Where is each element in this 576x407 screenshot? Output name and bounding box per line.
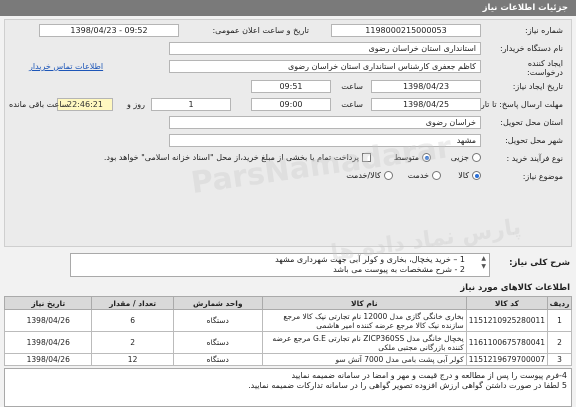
goods-name: بخاری خانگی گازی مدل 12000 نام تجارتی نی…	[261, 309, 467, 332]
table-row: 3 1151219679700007 کولر آبی پشت بامی مدل…	[3, 353, 572, 366]
buyer-org-field: استانداری استان خراسان رضوی	[169, 42, 481, 55]
goods-date: 1398/04/26	[3, 309, 93, 332]
goods-qty: 12	[91, 353, 174, 366]
goods-unit: دستگاه	[172, 353, 263, 366]
province-label: استان محل تحویل:	[500, 118, 563, 127]
requester-label: ایجاد کننده درخواست:	[527, 59, 563, 77]
days-field: 1	[151, 98, 231, 111]
page-title-bar: جزئیات اطلاعات نیاز	[0, 0, 576, 16]
radio-selected-icon[interactable]	[422, 153, 431, 162]
province-field: خراسان رضوی	[169, 116, 481, 129]
city-field: مشهد	[169, 134, 481, 147]
goods-code: 1151219679700007	[465, 353, 549, 366]
radio-selected-icon[interactable]	[472, 171, 481, 180]
col-qty-header: تعداد / مقدار	[91, 296, 174, 310]
goods-date: 1398/04/26	[3, 353, 93, 366]
goods-header-row: ردیف کد کالا نام کالا واحد شمارش تعداد /…	[3, 296, 572, 310]
buyer-contact-link[interactable]: اطلاعات تماس خریدار	[29, 62, 103, 71]
col-row-header: ردیف	[547, 296, 572, 310]
goods-name: یخچال خانگی مدل ZICP360SS نام تجارتی G.E…	[261, 331, 467, 354]
radio-icon[interactable]	[384, 171, 393, 180]
days-label: روز و	[127, 100, 145, 109]
goods-table: ردیف کد کالا نام کالا واحد شمارش تعداد /…	[3, 296, 572, 366]
page-title: جزئیات اطلاعات نیاز	[482, 3, 568, 13]
goods-section-title: اطلاعات کالاهای مورد نیاز	[460, 283, 570, 293]
table-row: 2 1161100675780041 یخچال خانگی مدل ZICP3…	[3, 331, 572, 354]
description-box[interactable]: ▲ ▼ 1 – خرید یخچال، بخاری و کولر آبی جهت …	[70, 253, 490, 277]
purchase-option-medium[interactable]: متوسط	[394, 153, 431, 162]
col-name-header: نام کالا	[261, 296, 467, 310]
buyer-notes-box: 4-فرم پیوست را پس از مطالعه و درج قیمت و…	[4, 368, 572, 407]
need-number-label: شماره نیاز:	[525, 26, 563, 35]
purchase-type-label: نوع فرآیند خرید :	[506, 154, 563, 163]
notes-line-1: 4-فرم پیوست را پس از مطالعه و درج قیمت و…	[291, 371, 567, 380]
goods-date: 1398/04/26	[3, 331, 93, 354]
goods-unit: دستگاه	[172, 309, 263, 332]
description-line-2: 2 - شرح مشخصات به پیوست می باشد	[333, 265, 465, 274]
row-index: 1	[547, 309, 572, 332]
goods-unit: دستگاه	[172, 331, 263, 354]
category-option-service[interactable]: خدمت	[408, 171, 441, 180]
deadline-time-field: 09:00	[251, 98, 331, 111]
table-row: 1 1151210925280011 بخاری خانگی گازی مدل …	[3, 309, 572, 332]
remaining-label: ساعت باقی مانده	[9, 100, 69, 109]
col-code-header: کد کالا	[465, 296, 549, 310]
category-option-goods[interactable]: کالا	[458, 171, 481, 180]
city-label: شهر محل تحویل:	[505, 136, 563, 145]
radio-icon[interactable]	[432, 171, 441, 180]
category-label: موضوع نیاز:	[522, 172, 563, 181]
deadline-time-label: ساعت	[341, 100, 363, 109]
goods-name: کولر آبی پشت بامی مدل 7000 آتش سو	[261, 353, 467, 366]
col-unit-header: واحد شمارش	[172, 296, 263, 310]
row-index: 2	[547, 331, 572, 354]
purchase-option-minor[interactable]: جزیی	[451, 153, 481, 162]
requester-field: کاظم جعفری کارشناس استانداری استان خراسا…	[169, 60, 481, 73]
created-date-label: تاریخ ایجاد نیاز:	[512, 82, 563, 91]
col-date-header: تاریخ نیاز	[3, 296, 93, 310]
announce-field: 1398/04/23 - 09:52	[39, 24, 179, 37]
treasury-payment-checkbox[interactable]: پرداخت تمام یا بخشی از مبلغ خرید،از محل …	[104, 153, 371, 162]
announce-label: تاریخ و ساعت اعلان عمومی:	[212, 26, 309, 35]
category-option-goods-service[interactable]: کالا/خدمت	[346, 171, 393, 180]
scroll-arrows-icon[interactable]: ▲ ▼	[481, 255, 486, 271]
created-time-field: 09:51	[251, 80, 331, 93]
goods-qty: 6	[91, 309, 174, 332]
deadline-date-field: 1398/04/25	[371, 98, 481, 111]
goods-code: 1151210925280011	[465, 309, 549, 332]
details-panel: شماره نیاز: 1198000215000053 تاریخ و ساع…	[4, 19, 572, 247]
deadline-label: مهلت ارسال پاسخ: تا تاریخ:	[470, 100, 563, 109]
goods-code: 1161100675780041	[465, 331, 549, 354]
row-index: 3	[547, 353, 572, 366]
radio-icon[interactable]	[472, 153, 481, 162]
created-time-label: ساعت	[341, 82, 363, 91]
description-label: شرح کلی نیاز:	[509, 258, 570, 268]
notes-line-2: 5 لطفا در صورت داشتن گواهی ارزش افزوده ت…	[248, 381, 567, 390]
checkbox-icon[interactable]	[362, 153, 371, 162]
description-line-1: 1 – خرید یخچال، بخاری و کولر آبی جهت شهر…	[275, 255, 465, 264]
buyer-org-label: نام دستگاه خریدار:	[500, 44, 563, 53]
goods-qty: 2	[91, 331, 174, 354]
need-number-field: 1198000215000053	[331, 24, 481, 37]
created-date-field: 1398/04/23	[371, 80, 481, 93]
